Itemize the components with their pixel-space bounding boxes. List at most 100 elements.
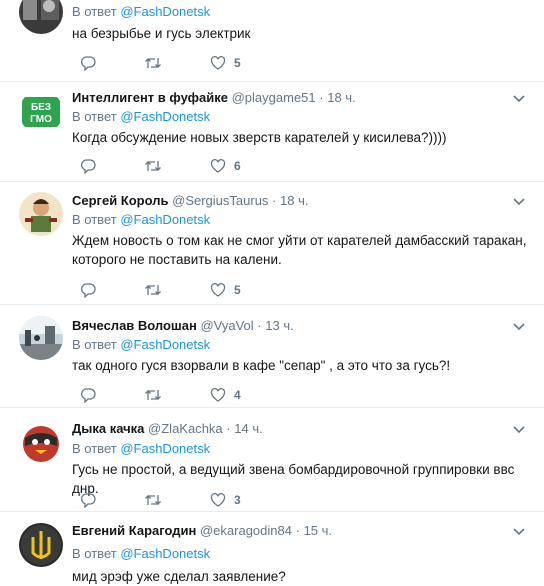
tweet-item[interactable]: Евгений Карагодин @ekaragodin84 · 15 ч. … <box>0 512 544 586</box>
like-count: 3 <box>234 493 241 507</box>
avatar-text-top: БЕЗ <box>31 102 51 113</box>
retweet-button[interactable] <box>144 491 162 509</box>
like-icon <box>210 282 226 298</box>
tweet-text: Когда обсуждение новых зверств карателей… <box>72 130 447 145</box>
username[interactable]: @ZlaKachka <box>148 421 223 436</box>
retweet-icon <box>144 55 162 71</box>
like-button[interactable]: 6 <box>210 157 241 175</box>
retweet-button[interactable] <box>144 281 162 299</box>
username[interactable]: @VyaVol <box>200 318 253 333</box>
like-button[interactable]: 5 <box>210 54 241 72</box>
chevron-down-icon[interactable] <box>512 425 526 435</box>
mention-link[interactable]: @FashDonetsk <box>120 4 210 19</box>
timestamp[interactable]: 18 ч. <box>280 193 308 208</box>
separator-dot: · <box>272 193 277 208</box>
reply-context: В ответ @FashDonetsk <box>72 212 210 228</box>
reply-prefix: В ответ <box>72 546 117 561</box>
tweet-item[interactable]: Вячеслав Волошан @VyaVol · 13 ч. В ответ… <box>0 305 544 408</box>
chevron-down-icon[interactable] <box>512 322 526 332</box>
like-button[interactable]: 5 <box>210 281 241 299</box>
reply-button[interactable] <box>80 386 96 404</box>
timestamp[interactable]: 15 ч. <box>304 523 332 538</box>
like-count: 5 <box>234 283 241 297</box>
mention-link[interactable]: @FashDonetsk <box>120 109 210 124</box>
like-button[interactable]: 3 <box>210 491 241 509</box>
tweet-actions: 5 <box>72 54 322 72</box>
display-name[interactable]: Вячеслав Волошан <box>72 318 197 333</box>
display-name[interactable]: Сергей Король <box>72 193 169 208</box>
like-count: 4 <box>234 388 241 402</box>
tweet-item[interactable]: Дыка качка @ZlaKachka · 14 ч. В ответ @F… <box>0 408 544 512</box>
reply-context: В ответ @FashDonetsk <box>72 441 210 457</box>
avatar[interactable]: БЕЗ ГМО <box>19 90 63 134</box>
tweet-actions: 5 <box>72 281 322 299</box>
separator-dot: · <box>319 90 324 105</box>
avatar-text-bottom: ГМО <box>30 114 52 125</box>
avatar[interactable] <box>19 316 63 360</box>
reply-prefix: В ответ <box>72 337 117 352</box>
tweet-item[interactable]: В ответ @FashDonetsk на безрыбье и гусь … <box>0 0 544 82</box>
reply-context: В ответ @FashDonetsk <box>72 546 210 562</box>
username[interactable]: @playgame51 <box>232 90 316 105</box>
mention-link[interactable]: @FashDonetsk <box>120 337 210 352</box>
timestamp[interactable]: 18 ч. <box>327 90 355 105</box>
avatar[interactable] <box>19 192 63 236</box>
like-count: 5 <box>234 56 241 70</box>
reply-prefix: В ответ <box>72 4 117 19</box>
tweet-text: на безрыбье и гусь электрик <box>72 26 251 41</box>
timestamp[interactable]: 14 ч. <box>234 421 262 436</box>
avatar[interactable] <box>19 0 63 34</box>
avatar[interactable] <box>19 523 63 567</box>
mention-link[interactable]: @FashDonetsk <box>120 441 210 456</box>
replies-feed: В ответ @FashDonetsk на безрыбье и гусь … <box>0 0 544 586</box>
chevron-down-icon[interactable] <box>512 94 526 104</box>
username[interactable]: @SergiusTaurus <box>172 193 268 208</box>
mention-link[interactable]: @FashDonetsk <box>120 546 210 561</box>
reply-context: В ответ @FashDonetsk <box>72 337 210 353</box>
retweet-button[interactable] <box>144 157 162 175</box>
separator-dot: · <box>226 421 231 436</box>
like-icon <box>210 387 226 403</box>
avatar[interactable] <box>19 420 63 464</box>
reply-prefix: В ответ <box>72 212 117 227</box>
like-icon <box>210 55 226 71</box>
mention-link[interactable]: @FashDonetsk <box>120 212 210 227</box>
tweet-header: Вячеслав Волошан @VyaVol · 13 ч. <box>72 318 294 334</box>
reply-button[interactable] <box>80 491 96 509</box>
like-icon <box>210 158 226 174</box>
reply-prefix: В ответ <box>72 441 117 456</box>
retweet-button[interactable] <box>144 386 162 404</box>
retweet-button[interactable] <box>144 54 162 72</box>
reply-icon <box>80 158 96 174</box>
display-name[interactable]: Дыка качка <box>72 421 144 436</box>
display-name[interactable]: Интеллигент в фуфайке <box>72 90 228 105</box>
username[interactable]: @ekaragodin84 <box>200 523 292 538</box>
tweet-text: мид эрэф уже сделал заявление? <box>72 569 286 584</box>
chevron-down-icon[interactable] <box>512 527 526 537</box>
tweet-item[interactable]: БЕЗ ГМО Интеллигент в фуфайке @playgame5… <box>0 82 544 182</box>
tweet-item[interactable]: Сергей Король @SergiusTaurus · 18 ч. В о… <box>0 182 544 305</box>
retweet-icon <box>144 492 162 508</box>
reply-context: В ответ @FashDonetsk <box>72 109 210 125</box>
tweet-actions: 6 <box>72 157 322 175</box>
tweet-text: Ждем новость о том как не смог уйти от к… <box>72 233 527 267</box>
like-button[interactable]: 4 <box>210 386 241 404</box>
like-icon <box>210 492 226 508</box>
reply-context: В ответ @FashDonetsk <box>72 4 210 20</box>
tweet-header: Дыка качка @ZlaKachka · 14 ч. <box>72 421 263 437</box>
timestamp[interactable]: 13 ч. <box>265 318 293 333</box>
retweet-icon <box>144 282 162 298</box>
reply-button[interactable] <box>80 54 96 72</box>
tweet-header: Евгений Карагодин @ekaragodin84 · 15 ч. <box>72 523 332 539</box>
tweet-header: Интеллигент в фуфайке @playgame51 · 18 ч… <box>72 90 356 106</box>
display-name[interactable]: Евгений Карагодин <box>72 523 196 538</box>
chevron-down-icon[interactable] <box>512 197 526 207</box>
reply-icon <box>80 387 96 403</box>
reply-button[interactable] <box>80 157 96 175</box>
tweet-header: Сергей Король @SergiusTaurus · 18 ч. <box>72 193 308 209</box>
reply-icon <box>80 55 96 71</box>
reply-icon <box>80 492 96 508</box>
reply-icon <box>80 282 96 298</box>
tweet-text: так одного гуся взорвали в кафе "сепар" … <box>72 358 451 373</box>
reply-button[interactable] <box>80 281 96 299</box>
